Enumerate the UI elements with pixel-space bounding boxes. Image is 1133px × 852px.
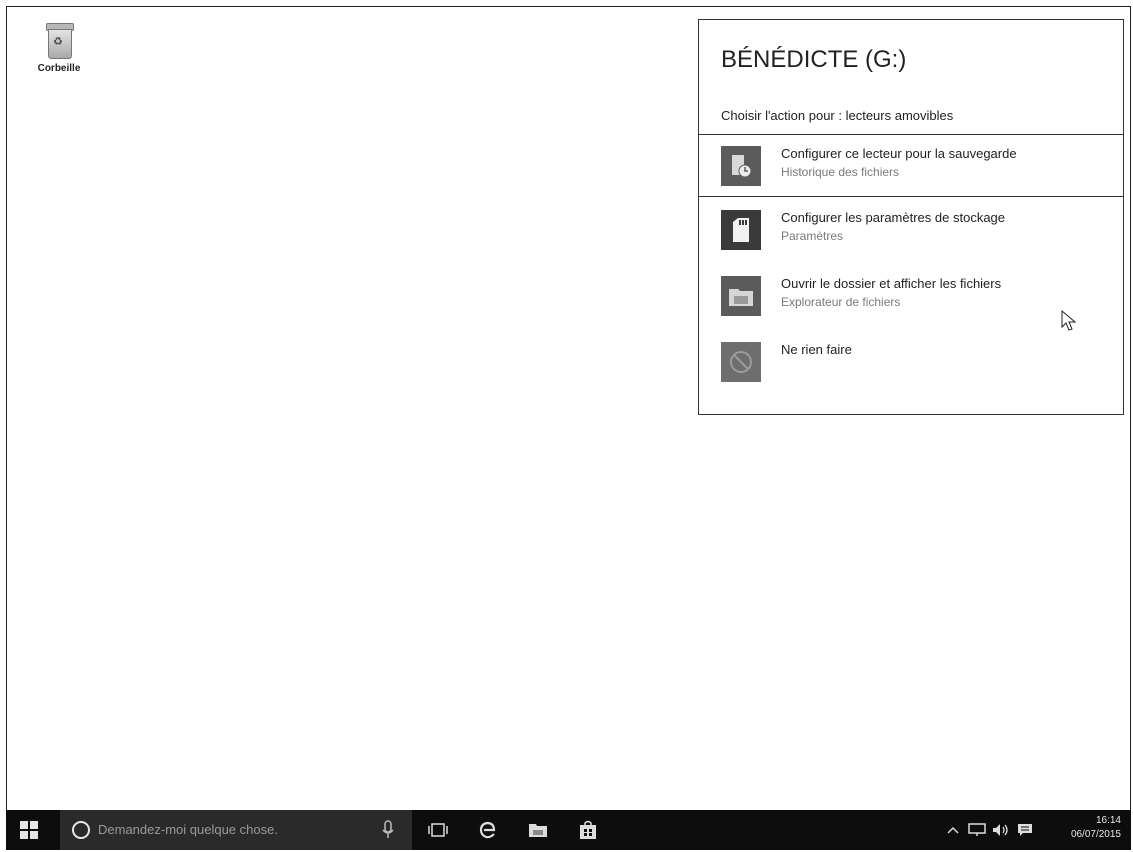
clock-time: 16:14 xyxy=(1095,815,1121,826)
option-description: Historique des fichiers xyxy=(781,165,900,179)
desktop: ♻ Corbeille BÉNÉDICTE (G:) Choisir l'act… xyxy=(6,6,1131,850)
autoplay-prompt: Choisir l'action pour : lecteurs amovibl… xyxy=(721,108,954,123)
mouse-pointer-icon xyxy=(1061,310,1077,331)
windows-start-icon[interactable] xyxy=(20,821,38,839)
no-action-icon xyxy=(721,342,761,382)
store-icon[interactable] xyxy=(568,810,608,850)
show-hidden-icons-chevron-icon[interactable] xyxy=(944,810,962,850)
system-clock[interactable]: 16:14 06/07/2015 xyxy=(1071,814,1121,842)
cortana-search-box[interactable]: Demandez-moi quelque chose. xyxy=(60,810,412,850)
option-description: Paramètres xyxy=(781,229,844,243)
search-placeholder: Demandez-moi quelque chose. xyxy=(98,822,278,837)
option-storage-settings[interactable]: Configurer les paramètres de stockage Pa… xyxy=(721,208,1101,256)
file-explorer-icon[interactable] xyxy=(518,810,558,850)
sd-card-icon xyxy=(721,210,761,250)
taskbar: Demandez-moi quelque chose. 16:14 06/07/… xyxy=(6,810,1131,850)
option-title: Ne rien faire xyxy=(781,342,852,357)
option-description: Explorateur de fichiers xyxy=(781,295,901,309)
drive-title: BÉNÉDICTE (G:) xyxy=(721,46,907,73)
task-view-icon[interactable] xyxy=(418,810,458,850)
microphone-icon[interactable] xyxy=(380,820,396,840)
network-icon[interactable] xyxy=(966,810,988,850)
divider xyxy=(699,196,1123,197)
option-backup[interactable]: Configurer ce lecteur pour la sauvegarde… xyxy=(721,144,1101,192)
recycle-bin-label: Corbeille xyxy=(37,63,81,74)
option-title: Configurer ce lecteur pour la sauvegarde xyxy=(781,146,1017,161)
recycle-bin-icon: ♻ xyxy=(44,23,74,59)
option-do-nothing[interactable]: Ne rien faire xyxy=(721,340,1101,388)
clock-date: 06/07/2015 xyxy=(1070,829,1121,840)
autoplay-flyout: BÉNÉDICTE (G:) Choisir l'action pour : l… xyxy=(698,19,1124,415)
divider xyxy=(699,134,1123,135)
option-open-folder[interactable]: Ouvrir le dossier et afficher les fichie… xyxy=(721,274,1101,322)
option-title: Configurer les paramètres de stockage xyxy=(781,210,1006,225)
recycle-bin-shortcut[interactable]: ♻ Corbeille xyxy=(29,23,89,74)
file-history-icon xyxy=(721,146,761,186)
action-center-icon[interactable] xyxy=(1014,810,1036,850)
cortana-icon xyxy=(72,821,90,839)
volume-icon[interactable] xyxy=(990,810,1012,850)
folder-icon xyxy=(721,276,761,316)
edge-browser-icon[interactable] xyxy=(468,810,508,850)
option-title: Ouvrir le dossier et afficher les fichie… xyxy=(781,276,1002,291)
